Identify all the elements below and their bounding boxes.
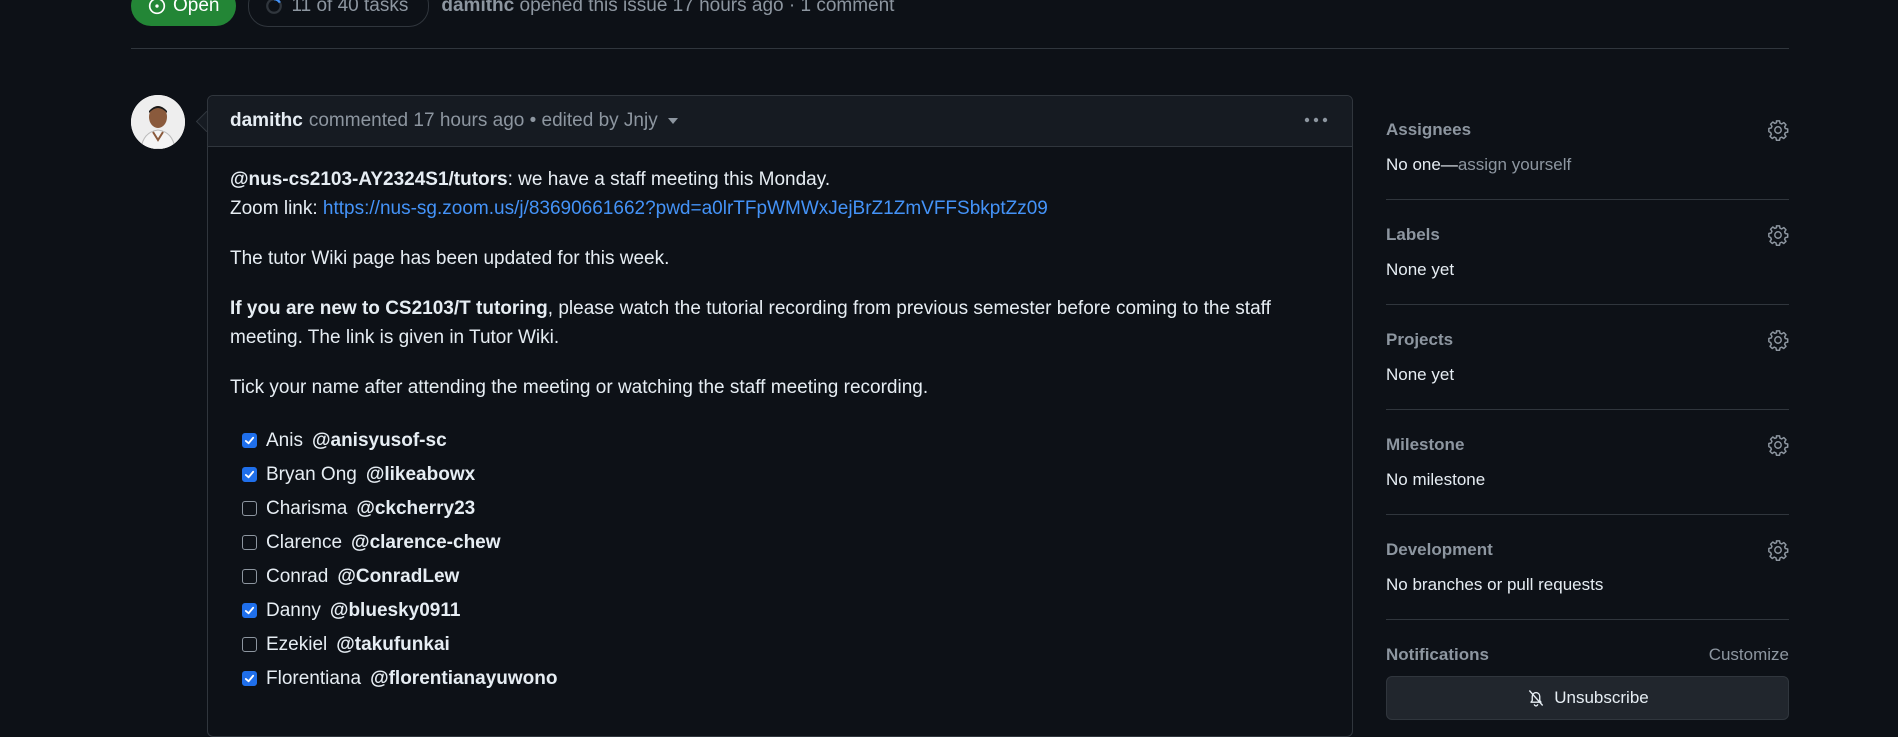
labels-value: None yet bbox=[1386, 260, 1455, 279]
milestone-title[interactable]: Milestone bbox=[1386, 435, 1464, 455]
labels-gear-icon[interactable] bbox=[1767, 224, 1789, 246]
task-item: Anis @anisyusof-sc bbox=[242, 423, 1330, 457]
milestone-section: Milestone No milestone bbox=[1386, 410, 1789, 515]
development-gear-icon[interactable] bbox=[1767, 539, 1789, 561]
task-item: Florentiana @florentianayuwono bbox=[242, 661, 1330, 695]
header-divider bbox=[131, 48, 1789, 49]
notifications-title: Notifications bbox=[1386, 645, 1489, 664]
issue-status-bar: Open 11 of 40 tasks damithc opened this … bbox=[131, 0, 894, 27]
tasks-progress-label: 11 of 40 tasks bbox=[291, 0, 409, 16]
task-handle[interactable]: @ckcherry23 bbox=[356, 494, 475, 523]
projects-title[interactable]: Projects bbox=[1386, 330, 1453, 350]
task-handle[interactable]: @takufunkai bbox=[336, 630, 450, 659]
task-checkbox-checked[interactable] bbox=[242, 466, 257, 482]
comment-options-icon[interactable] bbox=[1302, 106, 1330, 134]
projects-gear-icon[interactable] bbox=[1767, 329, 1789, 351]
issue-state-label: Open bbox=[173, 0, 220, 16]
task-handle[interactable]: @bluesky0911 bbox=[330, 596, 461, 625]
comment-header-text: commented 17 hours ago • edited by Jnjy bbox=[308, 110, 658, 131]
unsubscribe-label: Unsubscribe bbox=[1554, 688, 1649, 707]
assignees-title[interactable]: Assignees bbox=[1386, 120, 1471, 140]
labels-section: Labels None yet bbox=[1386, 200, 1789, 305]
development-title[interactable]: Development bbox=[1386, 540, 1493, 560]
task-name: Conrad bbox=[266, 565, 329, 587]
task-handle[interactable]: @likeabowx bbox=[366, 460, 475, 489]
task-item: Charisma @ckcherry23 bbox=[242, 491, 1330, 525]
projects-section: Projects None yet bbox=[1386, 305, 1789, 410]
task-name: Bryan Ong bbox=[266, 463, 357, 485]
development-section: Development No branches or pull requests bbox=[1386, 515, 1789, 620]
comment-header: damithc commented 17 hours ago • edited … bbox=[208, 96, 1352, 147]
comment-author[interactable]: damithc bbox=[230, 110, 303, 132]
team-mention[interactable]: @nus-cs2103-AY2324S1/tutors bbox=[230, 169, 508, 190]
zoom-label: Zoom link: bbox=[230, 198, 323, 219]
task-checkbox-unchecked[interactable] bbox=[242, 500, 257, 516]
task-checkbox-checked[interactable] bbox=[242, 432, 257, 448]
assignees-none: No one— bbox=[1386, 155, 1458, 174]
task-handle[interactable]: @ConradLew bbox=[337, 562, 459, 591]
task-item: Conrad @ConradLew bbox=[242, 559, 1330, 593]
avatar-image bbox=[131, 95, 185, 149]
issue-meta: damithc opened this issue 17 hours ago ·… bbox=[441, 0, 894, 17]
issue-sidebar: Assignees No one—assign yourself Labels … bbox=[1386, 95, 1789, 724]
issue-opener[interactable]: damithc bbox=[441, 0, 514, 16]
task-name: Anis bbox=[266, 429, 303, 451]
task-name: Ezekiel bbox=[266, 633, 328, 655]
new-tutor-bold: If you are new to CS2103/T tutoring bbox=[230, 298, 548, 319]
task-item: Ezekiel @takufunkai bbox=[242, 627, 1330, 661]
unsubscribe-button[interactable]: Unsubscribe bbox=[1386, 676, 1789, 720]
projects-value: None yet bbox=[1386, 365, 1455, 384]
task-name: Danny bbox=[266, 599, 321, 621]
issue-state-badge: Open bbox=[131, 0, 237, 26]
assignees-value: No one—assign yourself bbox=[1386, 155, 1571, 175]
customize-link[interactable]: Customize bbox=[1709, 645, 1789, 665]
meeting-text: : we have a staff meeting this Monday. bbox=[507, 169, 831, 190]
progress-ring-icon bbox=[266, 0, 283, 14]
task-checkbox-unchecked[interactable] bbox=[242, 534, 257, 550]
task-item: Clarence @clarence-chew bbox=[242, 525, 1330, 559]
issue-open-icon bbox=[148, 0, 166, 15]
zoom-link[interactable]: https://nus-sg.zoom.us/j/83690661662?pwd… bbox=[323, 198, 1048, 219]
task-name: Florentiana bbox=[266, 667, 362, 689]
issue-meta-text: opened this issue 17 hours ago · 1 comme… bbox=[514, 0, 895, 16]
labels-title[interactable]: Labels bbox=[1386, 225, 1440, 245]
milestone-value: No milestone bbox=[1386, 470, 1486, 489]
task-name: Clarence bbox=[266, 531, 343, 553]
tick-paragraph: Tick your name after attending the meeti… bbox=[230, 377, 929, 398]
task-handle[interactable]: @anisyusof-sc bbox=[312, 426, 447, 455]
task-list: Anis @anisyusof-sc Bryan Ong @likeabowx Char… bbox=[230, 423, 1330, 695]
edit-history-caret-icon[interactable] bbox=[667, 118, 678, 124]
task-checkbox-unchecked[interactable] bbox=[242, 636, 257, 652]
bell-slash-icon bbox=[1529, 690, 1544, 707]
milestone-gear-icon[interactable] bbox=[1767, 434, 1789, 456]
task-checkbox-unchecked[interactable] bbox=[242, 568, 257, 584]
task-handle[interactable]: @clarence-chew bbox=[351, 528, 501, 557]
issue-comment: damithc commented 17 hours ago • edited … bbox=[207, 95, 1353, 737]
tasks-progress-pill[interactable]: 11 of 40 tasks bbox=[248, 0, 430, 27]
assignees-section: Assignees No one—assign yourself bbox=[1386, 95, 1789, 200]
task-handle[interactable]: @florentianayuwono bbox=[370, 664, 557, 693]
avatar[interactable] bbox=[131, 95, 185, 149]
wiki-paragraph: The tutor Wiki page has been updated for… bbox=[230, 248, 670, 269]
development-value: No branches or pull requests bbox=[1386, 575, 1604, 594]
task-name: Charisma bbox=[266, 497, 348, 519]
task-item: Bryan Ong @likeabowx bbox=[242, 457, 1330, 491]
assign-yourself-link[interactable]: assign yourself bbox=[1458, 155, 1571, 174]
comment-body: @nus-cs2103-AY2324S1/tutors: we have a s… bbox=[208, 147, 1352, 713]
assignees-gear-icon[interactable] bbox=[1767, 119, 1789, 141]
task-checkbox-checked[interactable] bbox=[242, 602, 257, 618]
task-item: Danny @bluesky0911 bbox=[242, 593, 1330, 627]
new-tutor-paragraph: If you are new to CS2103/T tutoring, ple… bbox=[230, 294, 1330, 352]
task-checkbox-checked[interactable] bbox=[242, 670, 257, 686]
meeting-paragraph: @nus-cs2103-AY2324S1/tutors: we have a s… bbox=[230, 165, 1330, 223]
